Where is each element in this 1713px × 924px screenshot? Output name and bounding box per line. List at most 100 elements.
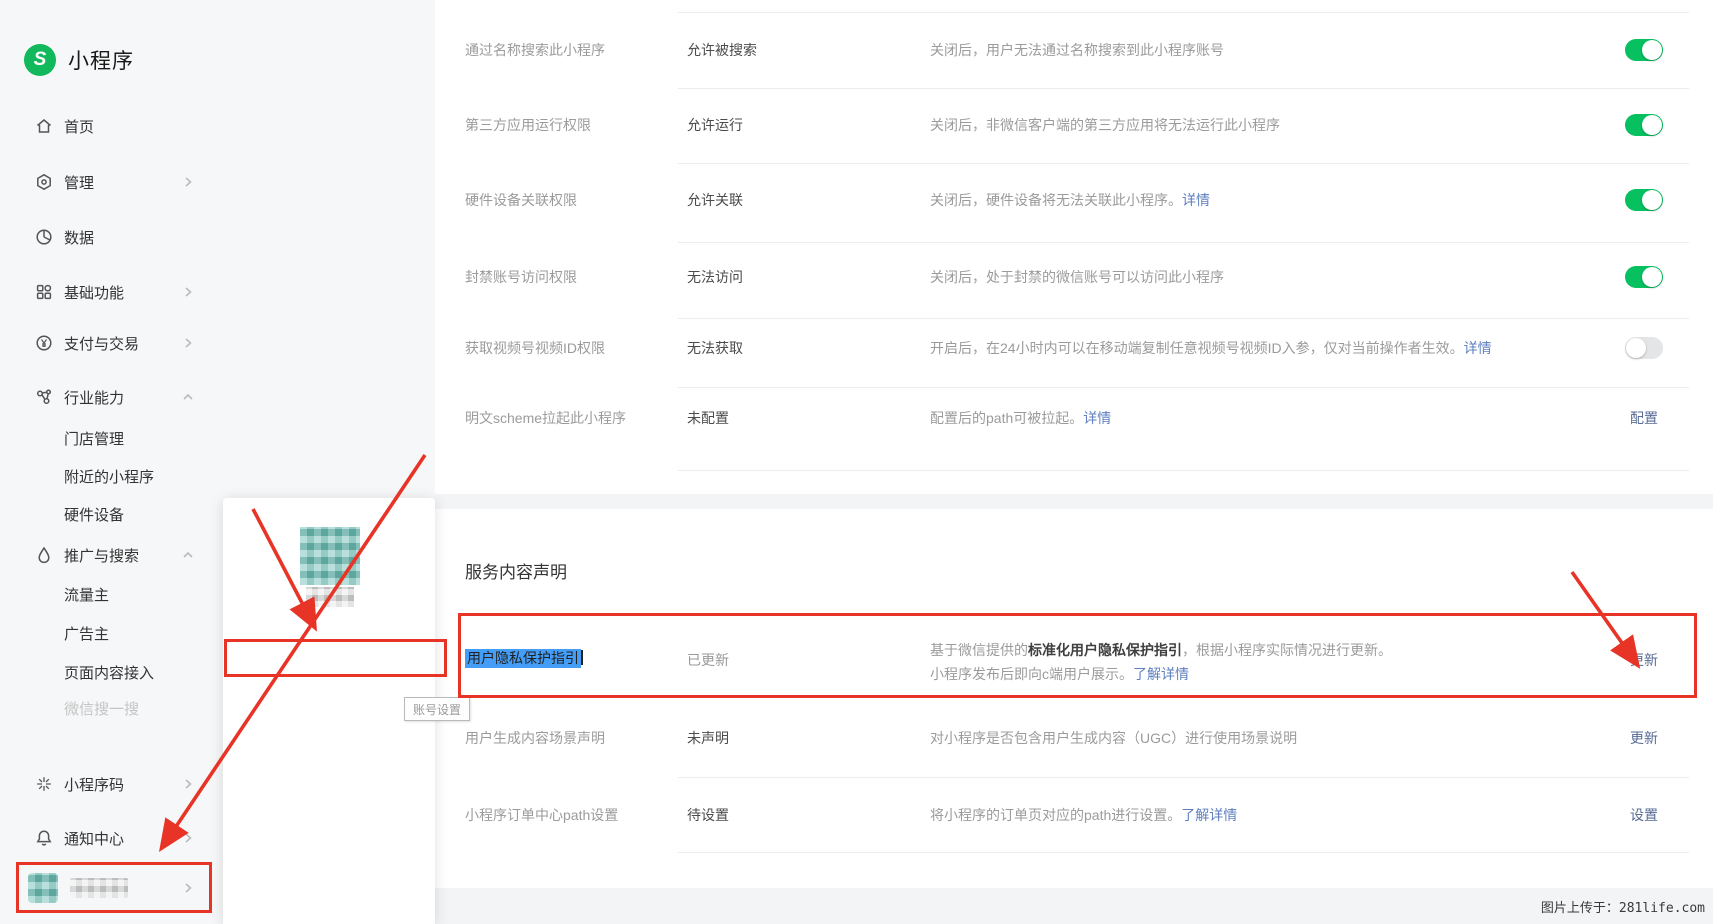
wechat-miniprogram-console: S 小程序 首页 管理 数据 基础功能 bbox=[0, 0, 1713, 924]
sidebar-item-manage[interactable]: 管理 bbox=[0, 164, 435, 200]
row-divider bbox=[678, 318, 1689, 319]
row-label: 小程序订单中心path设置 bbox=[465, 805, 618, 825]
row-label: 硬件设备关联权限 bbox=[465, 190, 577, 210]
update-privacy-link[interactable]: 更新 bbox=[1630, 650, 1658, 670]
row-desc: 基于微信提供的标准化用户隐私保护指引，根据小程序实际情况进行更新。 小程序发布后… bbox=[930, 640, 1392, 688]
sidebar-item-label: 门店管理 bbox=[64, 428, 124, 449]
row-desc: 开启后，在24小时内可以在移动端复制任意视频号视频ID入参，仅对当前操作者生效。… bbox=[930, 338, 1492, 358]
chevron-right-icon bbox=[181, 831, 195, 845]
chevron-right-icon bbox=[181, 777, 195, 791]
nodes-icon bbox=[34, 387, 54, 407]
sidebar-item-label: 数据 bbox=[64, 227, 94, 248]
native-tooltip: 账号设置 bbox=[404, 697, 470, 721]
sidebar-item-label: 管理 bbox=[64, 172, 94, 193]
row-value: 待设置 bbox=[687, 805, 729, 825]
row-desc: 关闭后，硬件设备将无法关联此小程序。详情 bbox=[930, 190, 1210, 210]
sidebar-item-label: 硬件设备 bbox=[64, 504, 124, 525]
update-ugc-link[interactable]: 更新 bbox=[1630, 728, 1658, 748]
row-value: 未配置 bbox=[687, 408, 729, 428]
toggle-video-id-permission[interactable] bbox=[1625, 337, 1663, 359]
row-divider bbox=[678, 88, 1689, 89]
row-desc: 关闭后，用户无法通过名称搜索到此小程序账号 bbox=[930, 40, 1224, 60]
brand[interactable]: S 小程序 bbox=[24, 44, 134, 76]
sidebar-item-basic-functions[interactable]: 基础功能 bbox=[0, 274, 435, 310]
row-value: 允许关联 bbox=[687, 190, 743, 210]
toggle-hardware-permission[interactable] bbox=[1625, 189, 1663, 211]
user-name-blurred bbox=[70, 878, 128, 898]
chevron-right-icon bbox=[181, 285, 195, 299]
toggle-knob bbox=[1642, 40, 1662, 60]
row-value: 允许运行 bbox=[687, 115, 743, 135]
main-content: 通过名称搜索此小程序 允许被搜索 关闭后，用户无法通过名称搜索到此小程序账号 第… bbox=[435, 0, 1713, 924]
sidebar-item-label: 页面内容接入 bbox=[64, 662, 154, 683]
chevron-right-icon bbox=[181, 881, 195, 895]
row-value: 未声明 bbox=[687, 728, 729, 748]
section-title: 服务内容声明 bbox=[465, 558, 567, 583]
sidebar-item-label: 微信搜一搜 bbox=[64, 698, 139, 719]
hexagon-icon bbox=[34, 172, 54, 192]
learn-more-link[interactable]: 了解详情 bbox=[1133, 666, 1189, 682]
row-divider bbox=[678, 470, 1689, 471]
sidebar-item-label: 推广与搜索 bbox=[64, 545, 139, 566]
row-divider bbox=[678, 777, 1689, 778]
sidebar-item-label: 通知中心 bbox=[64, 828, 124, 849]
droplet-icon bbox=[34, 545, 54, 565]
details-link[interactable]: 详情 bbox=[1182, 192, 1210, 208]
watermark: 图片上传于：281life.com bbox=[1541, 897, 1705, 916]
sidebar-item-label: 行业能力 bbox=[64, 387, 124, 408]
brand-title: 小程序 bbox=[68, 45, 134, 75]
row-desc: 将小程序的订单页对应的path进行设置。了解详情 bbox=[930, 805, 1237, 825]
yen-icon bbox=[34, 333, 54, 353]
text-caret bbox=[581, 650, 583, 665]
toggle-search-permission[interactable] bbox=[1625, 39, 1663, 61]
pie-icon bbox=[34, 227, 54, 247]
row-label: 通过名称搜索此小程序 bbox=[465, 40, 605, 60]
sidebar-item-industry[interactable]: 行业能力 bbox=[0, 379, 435, 415]
toggle-knob bbox=[1642, 190, 1662, 210]
sidebar-item-label: 基础功能 bbox=[64, 282, 124, 303]
configure-link[interactable]: 配置 bbox=[1630, 408, 1658, 428]
sidebar-item-label: 支付与交易 bbox=[64, 333, 139, 354]
row-desc: 关闭后，非微信客户端的第三方应用将无法运行此小程序 bbox=[930, 115, 1280, 135]
section-gap bbox=[435, 494, 1713, 509]
row-label: 用户生成内容场景声明 bbox=[465, 728, 605, 748]
toggle-knob bbox=[1642, 267, 1662, 287]
sidebar-item-data[interactable]: 数据 bbox=[0, 219, 435, 255]
details-link[interactable]: 详情 bbox=[1464, 340, 1492, 356]
row-desc: 关闭后，处于封禁的微信账号可以访问此小程序 bbox=[930, 267, 1224, 287]
sidebar-item-label: 小程序码 bbox=[64, 774, 124, 795]
row-label: 明文scheme拉起此小程序 bbox=[465, 408, 626, 428]
miniprogram-logo-icon: S bbox=[24, 44, 56, 76]
sidebar-item-label: 首页 bbox=[64, 116, 94, 137]
row-label: 第三方应用运行权限 bbox=[465, 115, 591, 135]
home-icon bbox=[34, 116, 54, 136]
sparkle-icon bbox=[34, 774, 54, 794]
sidebar-item-payment[interactable]: 支付与交易 bbox=[0, 325, 435, 361]
sidebar-item-label: 附近的小程序 bbox=[64, 466, 154, 487]
sidebar-item-store-manage[interactable]: 门店管理 bbox=[0, 420, 435, 456]
sidebar-item-label: 流量主 bbox=[64, 584, 109, 605]
row-value: 允许被搜索 bbox=[687, 40, 757, 60]
popup-avatar-blurred bbox=[300, 527, 360, 585]
row-value: 无法访问 bbox=[687, 267, 743, 287]
row-label: 封禁账号访问权限 bbox=[465, 267, 577, 287]
row-label-selected[interactable]: 用户隐私保护指引 bbox=[465, 648, 583, 668]
chevron-right-icon bbox=[181, 175, 195, 189]
toggle-banned-account-permission[interactable] bbox=[1625, 266, 1663, 288]
row-divider bbox=[678, 242, 1689, 243]
sidebar-item-home[interactable]: 首页 bbox=[0, 108, 435, 144]
row-divider bbox=[678, 387, 1689, 388]
bottom-band bbox=[435, 888, 1713, 924]
bell-icon bbox=[34, 828, 54, 848]
set-path-link[interactable]: 设置 bbox=[1630, 805, 1658, 825]
chevron-up-icon bbox=[181, 390, 195, 404]
toggle-knob bbox=[1642, 115, 1662, 135]
chevron-up-icon bbox=[181, 548, 195, 562]
toggle-thirdparty-permission[interactable] bbox=[1625, 114, 1663, 136]
row-divider bbox=[678, 163, 1689, 164]
toggle-knob bbox=[1626, 338, 1646, 358]
row-desc: 对小程序是否包含用户生成内容（UGC）进行使用场景说明 bbox=[930, 728, 1297, 748]
learn-more-link[interactable]: 了解详情 bbox=[1181, 807, 1237, 823]
sidebar-item-nearby[interactable]: 附近的小程序 bbox=[0, 458, 435, 494]
details-link[interactable]: 详情 bbox=[1083, 410, 1111, 426]
